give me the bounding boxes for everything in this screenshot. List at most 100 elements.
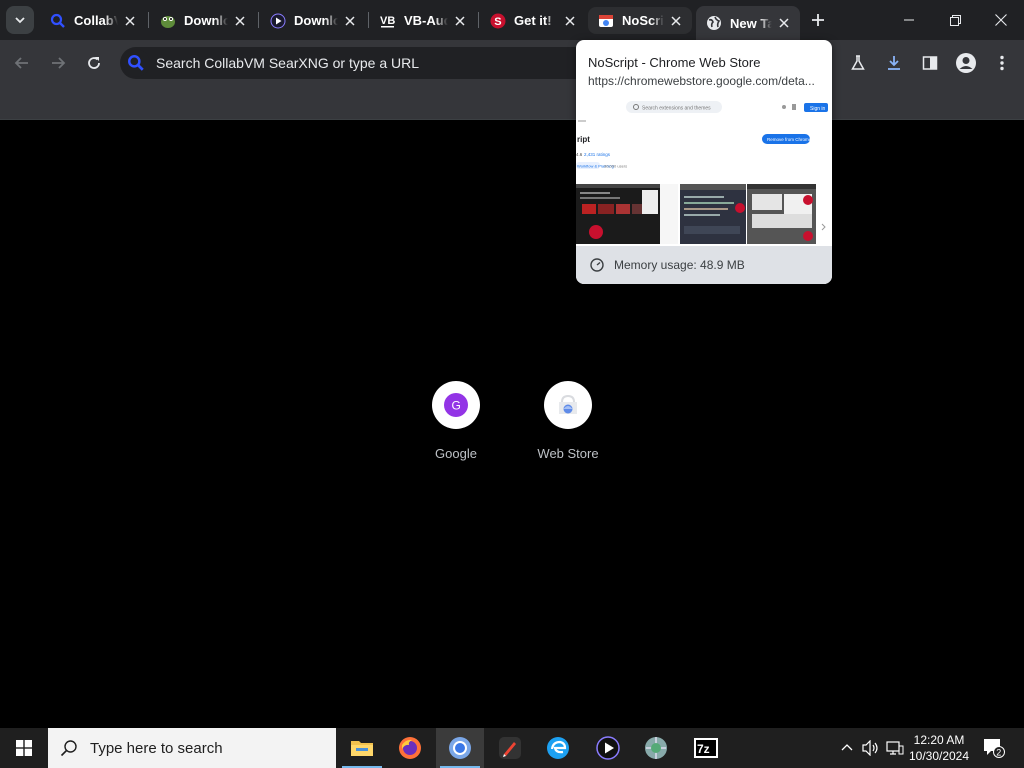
hover-card-title: NoScript - Chrome Web Store bbox=[588, 55, 761, 70]
firefox-icon bbox=[399, 737, 421, 759]
chromium-icon bbox=[449, 737, 471, 759]
arrow-left-icon bbox=[14, 57, 28, 69]
webstore-icon bbox=[598, 13, 614, 29]
close-icon[interactable] bbox=[452, 13, 468, 29]
tab-separator bbox=[258, 12, 259, 28]
windows-logo-icon bbox=[16, 740, 32, 756]
edge-icon bbox=[547, 737, 569, 759]
vb-audio-icon: VB bbox=[380, 13, 396, 29]
taskbar-app-4[interactable] bbox=[486, 728, 534, 768]
close-icon[interactable] bbox=[342, 13, 358, 29]
thumb-apps-icon bbox=[782, 105, 786, 109]
profile-button[interactable] bbox=[952, 49, 980, 77]
close-icon bbox=[995, 14, 1007, 26]
svg-text:7z: 7z bbox=[697, 742, 710, 756]
shortcut-label: Google bbox=[435, 446, 477, 461]
tab-title: New Tab bbox=[730, 15, 772, 31]
thumb-noscript-logo bbox=[589, 225, 603, 239]
tab-search-button[interactable] bbox=[6, 6, 34, 34]
plus-icon bbox=[812, 14, 824, 26]
restore-icon bbox=[949, 14, 961, 26]
taskbar-chrome[interactable] bbox=[436, 728, 484, 768]
forward-button[interactable] bbox=[44, 49, 72, 77]
tab-title: NoScript bbox=[622, 13, 664, 28]
thumb-heading: ript bbox=[577, 135, 590, 144]
thumb-flask-icon bbox=[792, 104, 796, 110]
tab-collabvm[interactable]: CollabVM bbox=[40, 7, 146, 34]
thumb-ratings-link: 2,431 ratings bbox=[584, 152, 611, 157]
downloads-button[interactable] bbox=[880, 49, 908, 77]
webstore-icon bbox=[559, 394, 577, 414]
taskbar-media-player[interactable] bbox=[584, 728, 632, 768]
shortcut-tile bbox=[544, 381, 592, 429]
tab-download-2[interactable]: Download bbox=[260, 7, 366, 34]
reload-button[interactable] bbox=[80, 49, 108, 77]
searxng-icon bbox=[122, 49, 150, 77]
tab-title: VB-Audio bbox=[404, 13, 448, 28]
taskbar-file-explorer[interactable] bbox=[338, 728, 386, 768]
thumb-breadcrumb bbox=[578, 120, 586, 122]
thumb-signin-label: Sign in bbox=[810, 106, 826, 112]
tab-vb-audio[interactable]: VB VB-Audio bbox=[370, 7, 476, 34]
notification-icon: 2 bbox=[984, 739, 1005, 758]
globe-icon bbox=[706, 15, 722, 31]
tab-preview-thumbnail: Search extensions and themes Sign in rip… bbox=[576, 96, 832, 244]
close-icon[interactable] bbox=[232, 13, 248, 29]
gauge-icon bbox=[590, 258, 604, 272]
close-icon[interactable] bbox=[122, 13, 138, 29]
labs-button[interactable] bbox=[844, 49, 872, 77]
tab-title: Download bbox=[184, 13, 228, 28]
minimize-button[interactable] bbox=[886, 0, 932, 40]
hover-card-footer: Memory usage: 48.9 MB bbox=[576, 246, 832, 284]
close-window-button[interactable] bbox=[978, 0, 1024, 40]
tab-strip: CollabVM Download Download VB VB-Audio S… bbox=[0, 0, 1024, 40]
tab-new-tab[interactable]: New Tab bbox=[696, 6, 800, 40]
arrow-right-icon bbox=[52, 57, 66, 69]
side-panel-icon bbox=[922, 56, 938, 70]
new-tab-button[interactable] bbox=[806, 8, 830, 32]
clock-time: 12:20 AM bbox=[913, 733, 965, 747]
tab-separator bbox=[478, 12, 479, 28]
close-icon[interactable] bbox=[668, 13, 684, 29]
shortcut-google[interactable]: G Google bbox=[406, 381, 506, 461]
side-panel-button[interactable] bbox=[916, 49, 944, 77]
shortcut-web-store[interactable]: Web Store bbox=[518, 381, 618, 461]
hover-card-url: https://chromewebstore.google.com/deta..… bbox=[588, 74, 815, 88]
globe-app-icon bbox=[645, 737, 667, 759]
search-icon bbox=[60, 740, 77, 757]
avatar-icon bbox=[956, 53, 976, 73]
notification-count: 2 bbox=[996, 748, 1001, 758]
tab-get-it[interactable]: S Get it! bbox=[480, 7, 586, 34]
taskbar-app-7[interactable] bbox=[632, 728, 680, 768]
tab-separator bbox=[148, 12, 149, 28]
noscript-icon: S bbox=[490, 13, 506, 29]
bookmark-bar bbox=[0, 86, 1024, 120]
taskbar-firefox[interactable] bbox=[386, 728, 434, 768]
start-button[interactable] bbox=[0, 728, 48, 768]
google-letter-icon: G bbox=[444, 393, 468, 417]
back-button[interactable] bbox=[8, 49, 36, 77]
thumb-chip-2-label: 30,000 users bbox=[604, 164, 627, 169]
taskbar: Type here to search 7z 12:20 AM 10/30/20… bbox=[0, 728, 1024, 768]
taskbar-edge[interactable] bbox=[534, 728, 582, 768]
taskbar-search[interactable]: Type here to search bbox=[48, 728, 336, 768]
volume-button[interactable] bbox=[860, 728, 882, 768]
new-tab-page: G Google Web Store bbox=[0, 121, 1024, 728]
close-icon[interactable] bbox=[562, 13, 578, 29]
flask-icon bbox=[851, 55, 865, 70]
tab-noscript[interactable]: NoScript bbox=[588, 7, 692, 34]
omnibox-placeholder: Search CollabVM SearXNG or type a URL bbox=[156, 55, 419, 71]
show-hidden-icons-button[interactable] bbox=[838, 728, 856, 768]
notification-center-button[interactable]: 2 bbox=[980, 728, 1008, 768]
system-clock[interactable]: 12:20 AM 10/30/2024 bbox=[902, 728, 976, 768]
play-shield-icon bbox=[596, 736, 620, 760]
tab-title: Get it! bbox=[514, 13, 552, 28]
menu-button[interactable] bbox=[988, 49, 1016, 77]
restore-button[interactable] bbox=[932, 0, 978, 40]
reload-icon bbox=[88, 57, 100, 69]
thumb-remove-label: Remove from Chrome bbox=[767, 137, 812, 142]
memory-usage: Memory usage: 48.9 MB bbox=[614, 258, 745, 272]
taskbar-7zip[interactable]: 7z bbox=[682, 728, 730, 768]
close-icon[interactable] bbox=[776, 15, 792, 31]
tab-download-1[interactable]: Download bbox=[150, 7, 256, 34]
